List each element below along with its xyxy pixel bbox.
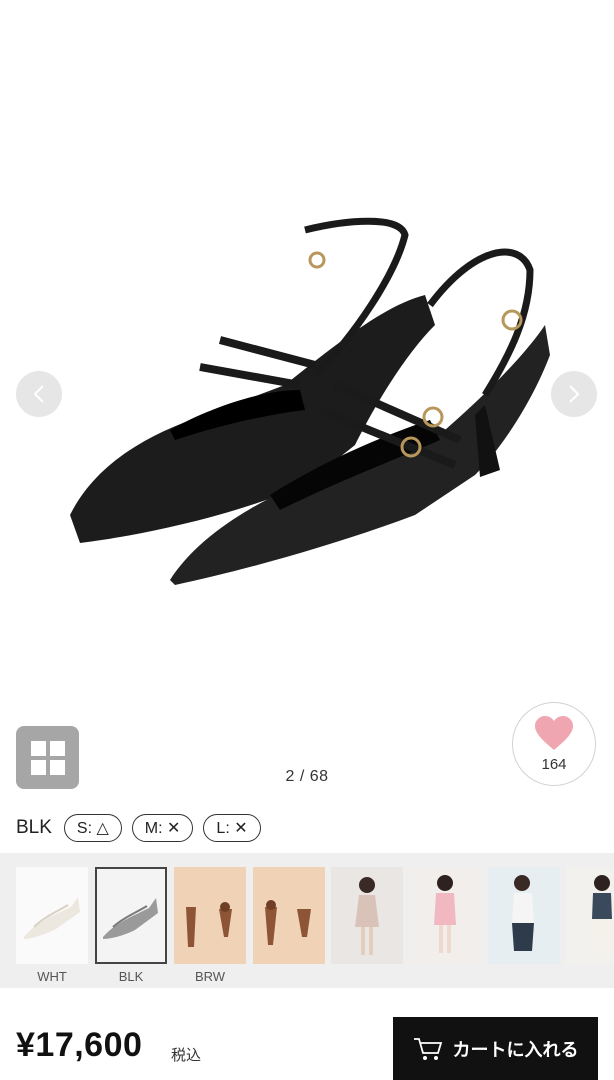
- product-image[interactable]: [0, 0, 614, 720]
- thumbnail-model-2[interactable]: [409, 867, 481, 964]
- thumbnail-label: WHT: [37, 969, 67, 984]
- size-chip-m[interactable]: M: ✕: [131, 814, 194, 842]
- selected-color-name: BLK: [16, 817, 52, 838]
- size-chip-s[interactable]: S: △: [63, 814, 122, 842]
- size-chip-l[interactable]: L: ✕: [203, 814, 261, 842]
- favorite-button[interactable]: 164: [512, 702, 596, 786]
- chevron-left-icon: [33, 385, 44, 403]
- heart-icon: [535, 715, 573, 750]
- thumbnail-brw[interactable]: [174, 867, 246, 964]
- add-to-cart-label: カートに入れる: [452, 1039, 579, 1060]
- next-image-button[interactable]: [551, 371, 597, 417]
- add-to-cart-button[interactable]: カートに入れる: [393, 1017, 598, 1080]
- favorite-count: 164: [541, 755, 567, 773]
- thumbnail-model-1[interactable]: [331, 867, 403, 964]
- thumbnail-strip[interactable]: WHT BLK BRW: [0, 853, 614, 988]
- thumbnail-model-4[interactable]: [566, 867, 614, 964]
- thumbnail-model-3[interactable]: [488, 867, 560, 964]
- product-price: ¥17,600: [16, 1026, 143, 1064]
- thumbnail-blk[interactable]: [95, 867, 167, 964]
- size-selector: BLK S: △ M: ✕ L: ✕: [16, 812, 261, 844]
- chevron-right-icon: [569, 385, 580, 403]
- tax-note: 税込: [171, 1047, 202, 1064]
- thumbnail-wht[interactable]: [16, 867, 88, 964]
- shoe-image: [70, 217, 550, 585]
- prev-image-button[interactable]: [16, 371, 62, 417]
- thumbnail-label: BLK: [118, 969, 144, 984]
- thumbnail-label: BRW: [194, 969, 226, 984]
- cart-icon: [413, 1037, 442, 1060]
- thumbnail-brw-2[interactable]: [253, 867, 325, 964]
